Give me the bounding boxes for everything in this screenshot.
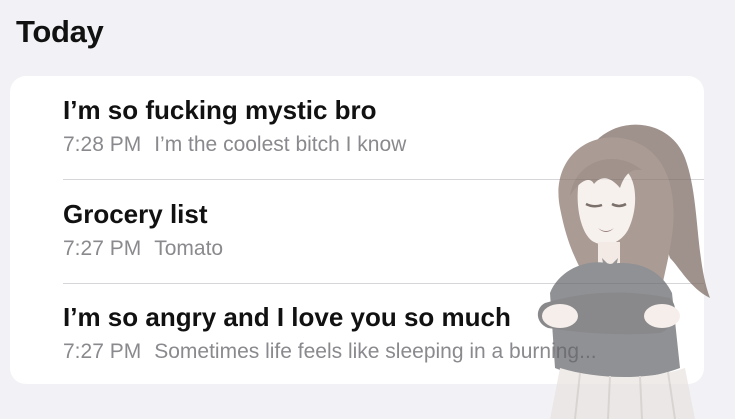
note-time: 7:28 PM [63, 133, 142, 156]
character-illustration [537, 124, 710, 419]
note-meta: 7:27 PM Tomato [63, 237, 223, 261]
section-title-today: Today [16, 14, 104, 49]
note-time: 7:27 PM [63, 237, 142, 260]
note-preview: Tomato [154, 237, 224, 260]
note-preview: I’m the coolest bitch I know [154, 133, 407, 156]
note-meta: 7:28 PM I’m the coolest bitch I know [63, 133, 406, 157]
note-title: I’m so fucking mystic bro [63, 95, 377, 125]
note-title: Grocery list [63, 199, 208, 229]
note-meta: 7:27 PM Sometimes life feels like sleepin… [63, 340, 597, 364]
note-time: 7:27 PM [63, 340, 142, 363]
note-title: I’m so angry and I love you so much [63, 302, 511, 332]
